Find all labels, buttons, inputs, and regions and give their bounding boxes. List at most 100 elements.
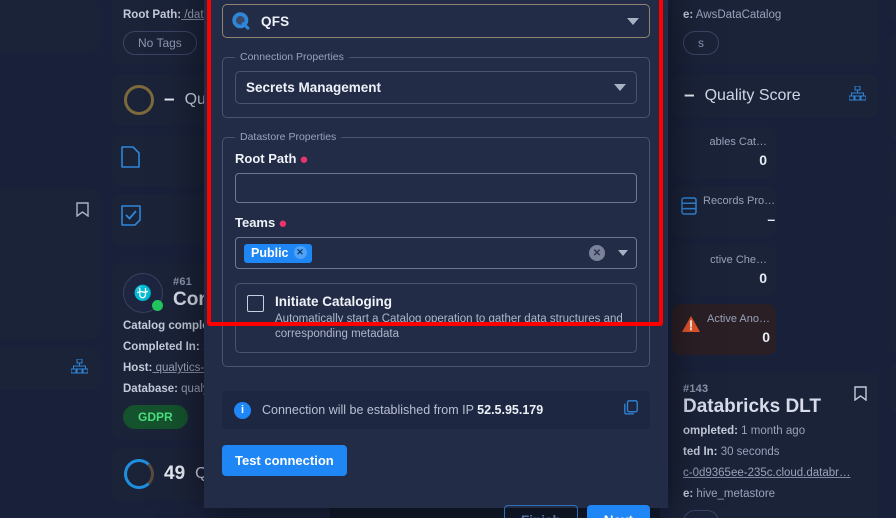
background-card: go om Tags [0, 189, 100, 339]
meta-label: Host: [123, 362, 153, 374]
kpi-value: 0 [759, 152, 767, 168]
background-quality-score [890, 362, 896, 414]
chevron-down-icon[interactable] [614, 84, 626, 91]
bookmark-icon [76, 202, 89, 222]
background-kpi-group [890, 93, 896, 196]
tag-pill: GDPR [123, 405, 188, 429]
background-quality-score: – Quality Score [672, 74, 878, 118]
next-button[interactable]: Next [586, 505, 650, 518]
bookmark-icon [854, 386, 867, 406]
app-root: om Records Pro… 2K Active Ano… – [0, 0, 896, 518]
meta-value: AwsDataCatalog [693, 9, 782, 21]
initiate-cataloging-description: Automatically start a Catalog operation … [275, 313, 623, 340]
secrets-management-value: Secrets Management [246, 80, 382, 95]
score-ring [124, 459, 154, 489]
tag-pill: s [683, 31, 719, 55]
meta-label: ompleted: [683, 425, 738, 437]
teams-multiselect[interactable]: Public ✕ ✕ [235, 237, 637, 269]
meta-label: Completed In: [123, 341, 200, 353]
chevron-down-icon[interactable] [627, 17, 639, 25]
datastore-connection-modal: QFS Connection Properties Secrets Manage… [204, 0, 668, 518]
background-meta-line: e: hive_metastore [683, 486, 867, 502]
status-dot-online [152, 300, 163, 311]
score-value: – [164, 89, 175, 110]
entity-id: #143 [683, 383, 709, 395]
meta-label: ted In: [683, 446, 718, 458]
teams-label-text: Teams [235, 215, 276, 230]
root-path-input[interactable] [235, 173, 637, 203]
background-meta-text: om [0, 270, 89, 286]
meta-value: c-0d9365ee-235c.cloud.databr… [683, 467, 851, 479]
connection-properties-group: Connection Properties Secrets Management [222, 51, 650, 118]
background-quality-score [0, 0, 100, 52]
required-marker: ● [278, 214, 288, 232]
info-icon: i [234, 401, 251, 419]
meta-value: hive_metastore [693, 488, 776, 500]
connection-ip-info-bar: i Connection will be established from IP… [222, 391, 650, 429]
background-meta-line: hena.us-east-1.amazonaws.com [683, 0, 867, 2]
secrets-management-select[interactable]: Secrets Management [235, 71, 637, 104]
tag-pill: No Tags [123, 31, 197, 55]
root-path-label: Root Path ● [235, 150, 637, 168]
background-column-0: om Records Pro… 2K Active Ano… – [0, 0, 112, 518]
background-quality-score [890, 32, 896, 84]
finish-button[interactable]: Finish [503, 505, 578, 518]
team-chip[interactable]: Public ✕ [244, 243, 312, 263]
kpi-tile: ctive Che… 0 [672, 245, 776, 296]
kpi-value: 0 [759, 270, 767, 286]
copy-icon[interactable] [624, 400, 638, 420]
kpi-label: Active Ano… [707, 313, 770, 325]
hierarchy-icon [70, 358, 89, 379]
file-icon [121, 146, 140, 173]
datastore-properties-legend: Datastore Properties [240, 131, 337, 143]
test-connection-button[interactable]: Test connection [222, 445, 347, 476]
initiate-cataloging-title: Initiate Cataloging [275, 294, 393, 309]
kpi-value: 0 [762, 329, 770, 345]
clear-all-icon[interactable]: ✕ [589, 245, 605, 261]
kpi-tile [890, 93, 896, 141]
datastore-type-value: QFS [261, 13, 290, 29]
initiate-cataloging-checkbox[interactable] [247, 295, 264, 312]
required-marker: ● [299, 150, 309, 168]
tag-pill: s [683, 510, 719, 518]
kpi-label: ctive Che… [710, 254, 767, 266]
background-column-2: ted In: 0 seconds hena.us-east-1.amazona… [660, 0, 890, 518]
database-icon [681, 197, 697, 220]
background-column-3: Ro N ⛎ Ho D [878, 0, 896, 518]
meta-label: Database: [123, 383, 178, 395]
kpi-label: Records Pro… [703, 195, 776, 207]
kpi-tile: Records Pro… – [672, 186, 776, 237]
background-meta-line: e: AwsDataCatalog [683, 7, 867, 23]
root-path-label-text: Root Path [235, 151, 297, 166]
close-circle-icon[interactable]: ✕ [293, 246, 307, 259]
meta-label: Catalog complet [123, 320, 213, 332]
meta-label: Root Path: [123, 9, 182, 21]
background-entity-card: ⛎ Ho Dat N [890, 214, 896, 353]
score-ring [124, 85, 154, 115]
datastore-type-select[interactable]: QFS [222, 4, 650, 38]
datastore-properties-group: Datastore Properties Root Path ● Teams ● P… [222, 131, 650, 367]
background-meta-line: ted In: 30 seconds [683, 444, 867, 460]
initiate-cataloging-option[interactable]: Initiate Cataloging Automatically start … [235, 283, 637, 353]
background-meta-line: ompleted: 1 month ago [683, 423, 867, 439]
background-meta-text: go [0, 235, 89, 251]
background-quality-score: e [0, 348, 100, 390]
background-entity-card: #143 Databricks DLT ompleted: 1 month ag… [672, 373, 878, 518]
entity-title: Databricks DLT [683, 396, 821, 417]
kpi-tile: ables Cat… 0 [672, 127, 776, 178]
kpi-value: – [767, 211, 776, 227]
qfs-logo-icon [231, 11, 252, 32]
chevron-down-icon[interactable] [618, 250, 628, 256]
connection-properties-legend: Connection Properties [240, 51, 344, 63]
modal-footer-buttons: Finish Next [222, 505, 650, 518]
background-kpi-group: ables Cat… 0 Records Pro… – ctive Che… 0… [672, 127, 878, 355]
score-label: Quality Score [704, 87, 801, 104]
warning-icon [681, 315, 701, 338]
connection-ip-prefix: Connection will be established from IP [262, 403, 478, 417]
connection-ip-value: 52.5.95.179 [477, 403, 544, 417]
kpi-label: ables Cat… [709, 136, 767, 148]
kpi-tile [890, 149, 896, 196]
background-kpi-group: Records Pro… 2K Active Ano… – [0, 61, 100, 171]
background-card: ted In: 0 seconds hena.us-east-1.amazona… [672, 0, 878, 65]
meta-label: e: [683, 488, 694, 500]
